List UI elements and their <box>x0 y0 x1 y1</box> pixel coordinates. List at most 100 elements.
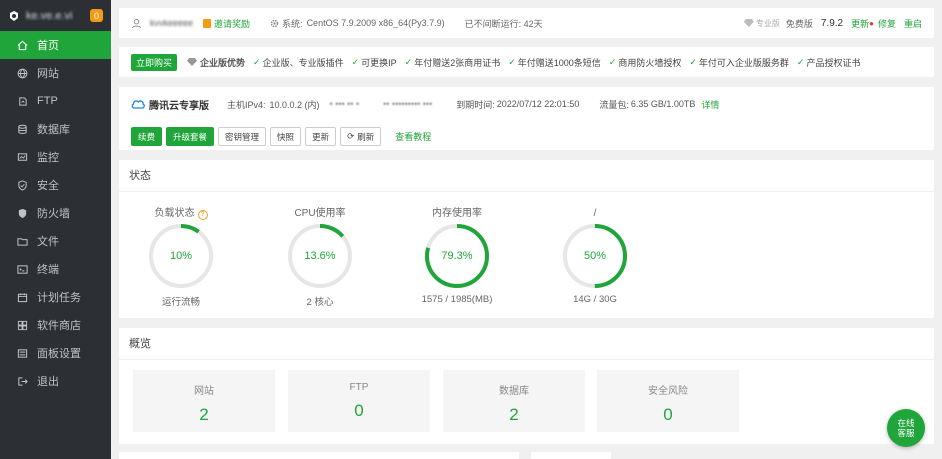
version-text: 7.9.2 <box>820 17 844 29</box>
sidebar-item-settings[interactable]: 面板设置 <box>0 339 111 367</box>
region-text: •• ••••••••• ••• <box>383 99 433 109</box>
sidebar-item-firewall[interactable]: 防火墙 <box>0 199 111 227</box>
firewall-icon <box>18 208 27 218</box>
cloud-title: 腾讯云专享版 <box>131 97 209 112</box>
check-icon: ✓ <box>796 56 805 67</box>
sidebar-item-home[interactable]: 首页 <box>0 31 111 59</box>
sidebar-item-files[interactable]: 文件 <box>0 227 111 255</box>
check-icon: ✓ <box>404 56 413 67</box>
sidebar-item-monitor[interactable]: 监控 <box>0 143 111 171</box>
gauge-ring: 10% <box>147 222 215 290</box>
system-label: 系统: <box>282 18 303 29</box>
topbar-username: kvvkeeeee <box>150 18 194 28</box>
gear-icon <box>270 19 279 27</box>
sidebar: ke.ve.e.vi 0 首页 网站 FTP 数据库 监控 安全 防火墙 文件 … <box>0 0 111 459</box>
snapshot-button[interactable]: 快照 <box>270 127 302 146</box>
schedule-icon <box>17 292 28 302</box>
tutorial-link[interactable]: 查看教程 <box>395 130 431 143</box>
status-panel: 状态 负载状态? 10% 运行流畅 CPU使用率 13.6% 2 核心 内存使用… <box>119 160 934 318</box>
sidebar-item-database[interactable]: 数据库 <box>0 115 111 143</box>
gauge-value: 10% <box>169 250 193 262</box>
promo-title: 企业版优势 <box>200 57 246 68</box>
sidebar-item-terminal[interactable]: 终端 <box>0 255 111 283</box>
repair-link[interactable]: 修复 <box>878 17 896 30</box>
lower-panel <box>119 452 519 459</box>
logout-icon <box>18 376 28 386</box>
lower-panel <box>531 452 611 459</box>
overview-card-ftp[interactable]: FTP 0 <box>288 370 430 432</box>
key-management-button[interactable]: 密钥管理 <box>218 127 267 146</box>
update-dot: ● <box>869 18 874 28</box>
gauges: 负载状态? 10% 运行流畅 CPU使用率 13.6% 2 核心 内存使用率 7… <box>119 192 934 318</box>
tencent-cloud-panel: 腾讯云专享版 主机IPv4: 10.0.0.2 (内) • ••• •• • •… <box>119 87 934 150</box>
gift-icon <box>203 18 212 28</box>
check-icon: ✓ <box>608 56 617 67</box>
host-ip: 10.0.0.2 (内) <box>269 99 320 110</box>
globe-icon <box>17 68 28 79</box>
sidebar-username: ke.ve.e.vi <box>26 9 73 22</box>
diamond-icon <box>187 58 198 66</box>
refresh-button[interactable]: ⟳ 刷新 <box>340 127 382 146</box>
main-content: kvvkeeeee 邀请奖励 系统: CentOS 7.9.2009 x86_6… <box>111 0 942 459</box>
check-icon: ✓ <box>351 56 360 67</box>
online-support-button[interactable]: 在线 客服 <box>887 409 925 447</box>
diamond-icon <box>743 19 754 27</box>
cloud-icon <box>131 100 145 109</box>
invite-reward-link[interactable]: 邀请奖励 <box>214 17 250 30</box>
gauge-memory[interactable]: 内存使用率 79.3% 1575 / 1985(MB) <box>397 192 517 305</box>
gauge-value: 79.3% <box>441 250 473 262</box>
user-icon <box>131 18 142 28</box>
gauge-ring: 13.6% <box>286 222 354 290</box>
traffic-value: 6.35 GB/1.00TB <box>630 99 696 109</box>
renew-button[interactable]: 续费 <box>131 127 163 146</box>
host-external-ip: • ••• •• • <box>329 99 360 109</box>
expire-label: 到期时间: <box>456 99 495 110</box>
sidebar-item-logout[interactable]: 退出 <box>0 367 111 395</box>
expire-value: 2022/07/12 22:01:50 <box>496 99 580 109</box>
traffic-label: 流量包: <box>599 99 629 110</box>
gauge-disk[interactable]: / 50% 14G / 30G <box>535 192 655 305</box>
gauge-cpu[interactable]: CPU使用率 13.6% 2 核心 <box>260 192 380 308</box>
overview-card-databases[interactable]: 数据库 2 <box>443 370 585 432</box>
status-title: 状态 <box>119 160 934 192</box>
sidebar-item-website[interactable]: 网站 <box>0 59 111 87</box>
system-value: CentOS 7.9.2009 x86_64(Py3.7.9) <box>306 18 445 28</box>
promo-feature: ✓ 商用防火墙授权 <box>608 56 682 68</box>
top-bar: kvvkeeeee 邀请奖励 系统: CentOS 7.9.2009 x86_6… <box>119 8 934 38</box>
sidebar-item-cron[interactable]: 计划任务 <box>0 283 111 311</box>
overview-card-websites[interactable]: 网站 2 <box>133 370 275 432</box>
upgrade-plan-button[interactable]: 升级套餐 <box>166 127 215 146</box>
ftp-icon <box>19 96 27 106</box>
gauge-load[interactable]: 负载状态? 10% 运行流畅 <box>121 192 241 308</box>
panel-logo-icon <box>10 10 18 21</box>
notification-badge[interactable]: 0 <box>90 9 103 22</box>
promo-feature: ✓ 年付赠送2张商用证书 <box>404 56 501 68</box>
promo-feature: ✓ 产品授权证书 <box>796 56 861 68</box>
buy-now-button[interactable]: 立即购买 <box>131 53 178 71</box>
sidebar-header: ke.ve.e.vi 0 <box>0 0 111 31</box>
edition-badge[interactable]: 专业版 <box>756 18 780 29</box>
check-icon: ✓ <box>689 56 697 67</box>
enterprise-promo-bar: 立即购买 企业版优势 ✓ 企业版、专业版插件 ✓ 可更换IP ✓ 年付赠送2张商用证书… <box>119 47 934 77</box>
gauge-ring: 79.3% <box>423 222 491 290</box>
sidebar-item-ftp[interactable]: FTP <box>0 87 111 115</box>
promo-feature: ✓ 年付赠送1000条短信 <box>508 56 601 68</box>
check-icon: ✓ <box>253 56 261 67</box>
promo-feature: ✓ 企业版、专业版插件 <box>253 56 344 68</box>
overview-card-security-risk[interactable]: 安全风险 0 <box>597 370 739 432</box>
traffic-detail-link[interactable]: 详情 <box>701 98 719 111</box>
help-icon[interactable]: ? <box>197 210 208 220</box>
restart-link[interactable]: 重启 <box>904 17 922 30</box>
sidebar-item-store[interactable]: 软件商店 <box>0 311 111 339</box>
update-button[interactable]: 更新 <box>305 127 337 146</box>
promo-feature: ✓ 年付可入企业版服务群 <box>689 56 789 68</box>
host-label: 主机IPv4: <box>227 99 266 110</box>
gauge-value: 50% <box>583 250 607 262</box>
folder-icon <box>17 237 28 246</box>
check-icon: ✓ <box>508 56 516 67</box>
gauge-sub: 运行流畅 <box>161 297 200 308</box>
sidebar-item-security[interactable]: 安全 <box>0 171 111 199</box>
gauge-sub: 14G / 30G <box>573 294 617 305</box>
gauge-sub: 2 核心 <box>306 297 334 308</box>
update-link[interactable]: 更新 <box>851 17 869 30</box>
